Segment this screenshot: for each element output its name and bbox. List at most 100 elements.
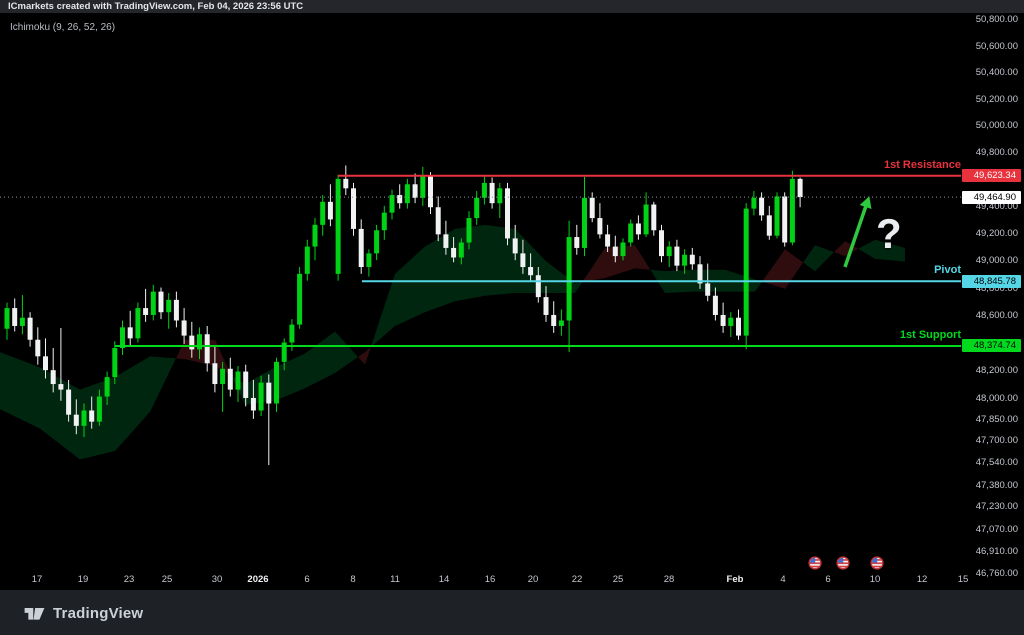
candle-up: [259, 383, 264, 411]
ichimoku-cloud-segment: [803, 245, 815, 271]
economic-event-icon[interactable]: [836, 556, 849, 569]
time-axis-tick: 8: [350, 574, 355, 585]
price-axis-tick: 49,200.00: [976, 228, 1018, 239]
candle-down: [51, 370, 56, 384]
price-axis-tick: 49,000.00: [976, 255, 1018, 266]
candle-up: [366, 253, 371, 267]
candle-down: [174, 300, 179, 321]
ichimoku-cloud-segment: [575, 282, 582, 293]
candle-down: [189, 336, 194, 350]
candle-down: [451, 248, 456, 258]
watermark-topbar: ICmarkets created with TradingView.com, …: [0, 0, 1024, 13]
price-axis-tick: 48,000.00: [976, 393, 1018, 404]
candle-up: [166, 300, 171, 312]
candle-down: [58, 384, 63, 390]
time-axis-tick: 11: [390, 574, 400, 585]
ichimoku-cloud-segment: [275, 354, 305, 401]
candle-down: [597, 218, 602, 234]
economic-event-icon[interactable]: [808, 556, 821, 569]
candle-down: [128, 327, 133, 338]
candle-down: [397, 195, 402, 203]
candle-down: [212, 363, 217, 384]
price-chart-canvas[interactable]: [0, 0, 1024, 635]
candle-down: [359, 229, 364, 267]
candle-down: [613, 247, 618, 257]
candle-up: [467, 218, 472, 242]
time-axis-tick: 14: [439, 574, 450, 585]
support-line-label[interactable]: 1st Support: [900, 329, 961, 341]
candle-down: [536, 275, 541, 297]
price-axis[interactable]: 50,800.0050,600.0050,400.0050,200.0050,0…: [962, 13, 1024, 590]
economic-event-icon[interactable]: [870, 556, 883, 569]
candle-down: [528, 267, 533, 275]
bottom-bar: TradingView: [0, 590, 1024, 635]
price-axis-tick: 50,600.00: [976, 41, 1018, 52]
time-axis-tick: 30: [212, 574, 223, 585]
candle-down: [520, 253, 525, 267]
candle-down: [759, 198, 764, 216]
tradingview-watermark[interactable]: TradingView: [24, 605, 143, 622]
candle-up: [297, 274, 302, 325]
pivot-price-tag: 48,845.78: [962, 275, 1021, 288]
candle-down: [428, 176, 433, 207]
candle-down: [413, 184, 418, 197]
topbar-text: ICmarkets created with TradingView.com, …: [8, 1, 303, 12]
candle-down: [490, 183, 495, 203]
time-axis-tick: 10: [870, 574, 881, 585]
candle-up: [197, 334, 202, 349]
candle-down: [143, 308, 148, 315]
candle-down: [351, 188, 356, 229]
candle-up: [236, 372, 241, 390]
candle-up: [320, 202, 325, 225]
candle-up: [559, 320, 564, 326]
candle-down: [74, 415, 79, 426]
candle-down: [443, 234, 448, 248]
candle-up: [628, 223, 633, 242]
price-axis-tick: 47,700.00: [976, 435, 1018, 446]
indicator-label: Ichimoku (9, 26, 52, 26): [10, 22, 115, 33]
candle-down: [343, 179, 348, 188]
candle-down: [782, 196, 787, 242]
resistance-line-label[interactable]: 1st Resistance: [884, 159, 961, 171]
candle-up: [336, 179, 341, 274]
candle-down: [205, 334, 210, 363]
ichimoku-cloud-segment: [395, 247, 425, 326]
candle-up: [621, 242, 626, 256]
ichimoku-cloud-segment: [582, 248, 605, 282]
candle-up: [775, 196, 780, 235]
candle-up: [5, 308, 10, 329]
time-axis-tick: 6: [825, 574, 830, 585]
candle-up: [474, 198, 479, 218]
question-mark-annotation[interactable]: ?: [876, 213, 902, 255]
time-axis-tick: 19: [78, 574, 89, 585]
time-axis-tick: 20: [528, 574, 539, 585]
time-axis[interactable]: 171923253020266811141620222528Feb4610121…: [0, 572, 962, 590]
candle-up: [135, 308, 140, 338]
candle-down: [12, 308, 17, 326]
pivot-line-label[interactable]: Pivot: [934, 264, 961, 276]
candle-down: [182, 320, 187, 335]
candle-up: [459, 242, 464, 257]
time-axis-tick: 16: [485, 574, 496, 585]
ichimoku-cloud-segment: [785, 249, 803, 289]
ichimoku-cloud-segment: [365, 347, 371, 365]
candle-up: [497, 188, 502, 203]
candle-up: [313, 225, 318, 247]
candle-down: [35, 340, 40, 357]
candle-down: [590, 198, 595, 218]
candle-up: [751, 198, 756, 209]
price-axis-tick: 46,760.00: [976, 568, 1018, 579]
ichimoku-cloud-segment: [0, 352, 40, 428]
resistance-price-tag: 49,623.34: [962, 169, 1021, 182]
candle-down: [674, 247, 679, 266]
price-axis-tick: 50,400.00: [976, 67, 1018, 78]
time-axis-tick: 23: [124, 574, 135, 585]
candle-down: [66, 390, 71, 415]
candle-up: [390, 195, 395, 213]
candle-down: [544, 297, 549, 315]
candle-up: [220, 369, 225, 384]
candle-up: [728, 318, 733, 326]
candle-down: [513, 238, 518, 253]
candle-up: [667, 247, 672, 257]
price-axis-tick: 49,800.00: [976, 147, 1018, 158]
